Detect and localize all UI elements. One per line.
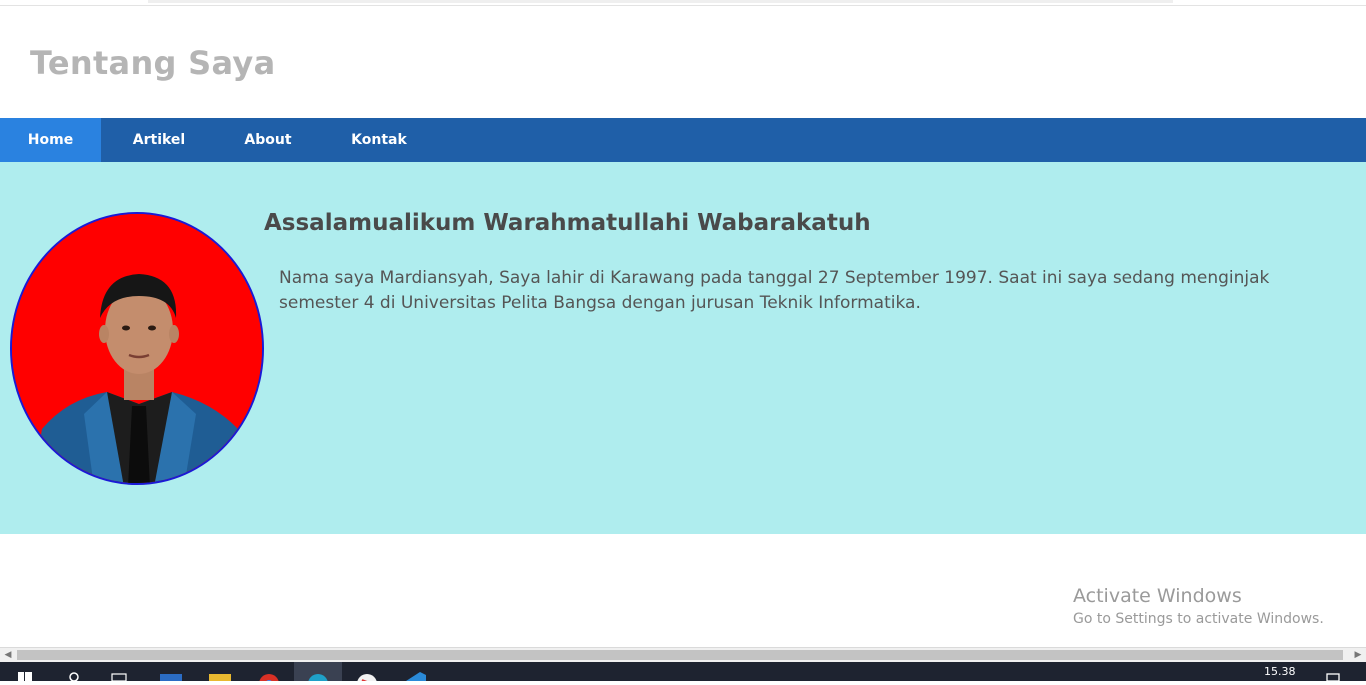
store-icon[interactable]	[158, 662, 184, 681]
site-header: Tentang Saya	[0, 6, 1366, 118]
scrollbar-thumb[interactable]	[17, 650, 1343, 660]
top-strip-inner	[148, 0, 1173, 3]
person-portrait-icon	[12, 214, 262, 483]
task-view-icon[interactable]	[110, 662, 128, 681]
watermark-subtitle: Go to Settings to activate Windows.	[1073, 611, 1324, 627]
bio-text: Nama saya Mardiansyah, Saya lahir di Kar…	[279, 268, 1270, 313]
notification-icon[interactable]	[1324, 662, 1342, 681]
search-icon[interactable]	[66, 662, 82, 681]
file-explorer-icon[interactable]	[207, 662, 233, 681]
profile-photo	[10, 212, 264, 485]
greeting-heading: Assalamualikum Warahmatullahi Wabarakatu…	[264, 210, 871, 236]
chrome-icon[interactable]	[256, 662, 282, 681]
scroll-right-icon[interactable]: ▶	[1352, 650, 1364, 661]
site-title: Tentang Saya	[30, 44, 276, 82]
taskbar-clock[interactable]: 15.38	[1264, 665, 1296, 678]
activate-windows-watermark: Activate Windows Go to Settings to activ…	[1073, 585, 1324, 627]
windows-start-icon[interactable]	[16, 662, 34, 681]
nav-item-artikel[interactable]: Artikel	[117, 118, 201, 162]
nav-item-about[interactable]: About	[228, 118, 308, 162]
vscode-icon[interactable]	[402, 662, 428, 681]
watermark-title: Activate Windows	[1073, 585, 1242, 607]
taskbar-active-app[interactable]	[294, 662, 342, 685]
nav-item-kontak[interactable]: Kontak	[335, 118, 423, 162]
nav-item-home[interactable]: Home	[0, 118, 101, 162]
horizontal-scrollbar[interactable]: ◀ ▶	[0, 647, 1366, 662]
windows-taskbar: 15.38	[0, 662, 1366, 685]
scroll-left-icon[interactable]: ◀	[2, 650, 14, 661]
main-nav: Home Artikel About Kontak	[0, 118, 1366, 162]
edge-icon	[308, 674, 328, 685]
app-icon[interactable]	[354, 662, 380, 681]
